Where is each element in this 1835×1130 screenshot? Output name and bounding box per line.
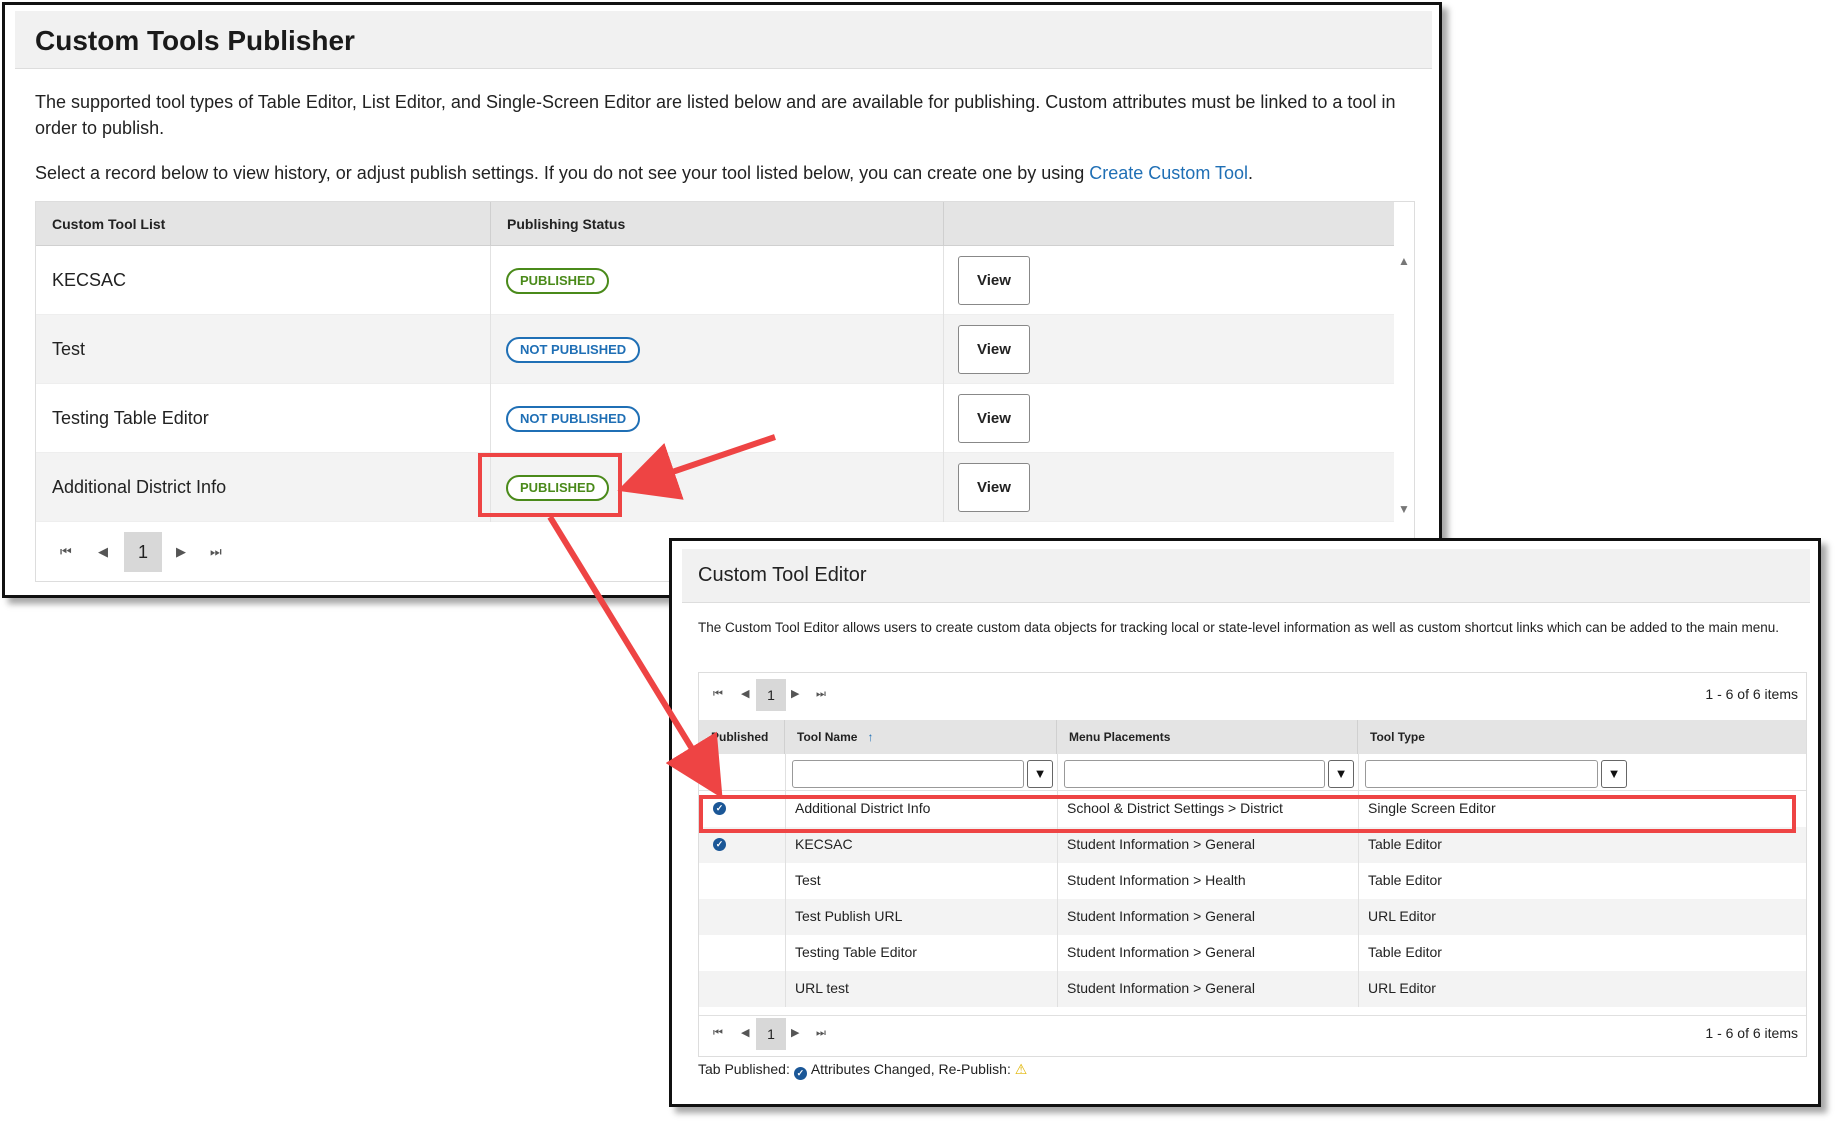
arrow-to-row [547,515,723,799]
annotation-arrows [547,434,776,799]
arrow-to-badge [617,434,776,500]
